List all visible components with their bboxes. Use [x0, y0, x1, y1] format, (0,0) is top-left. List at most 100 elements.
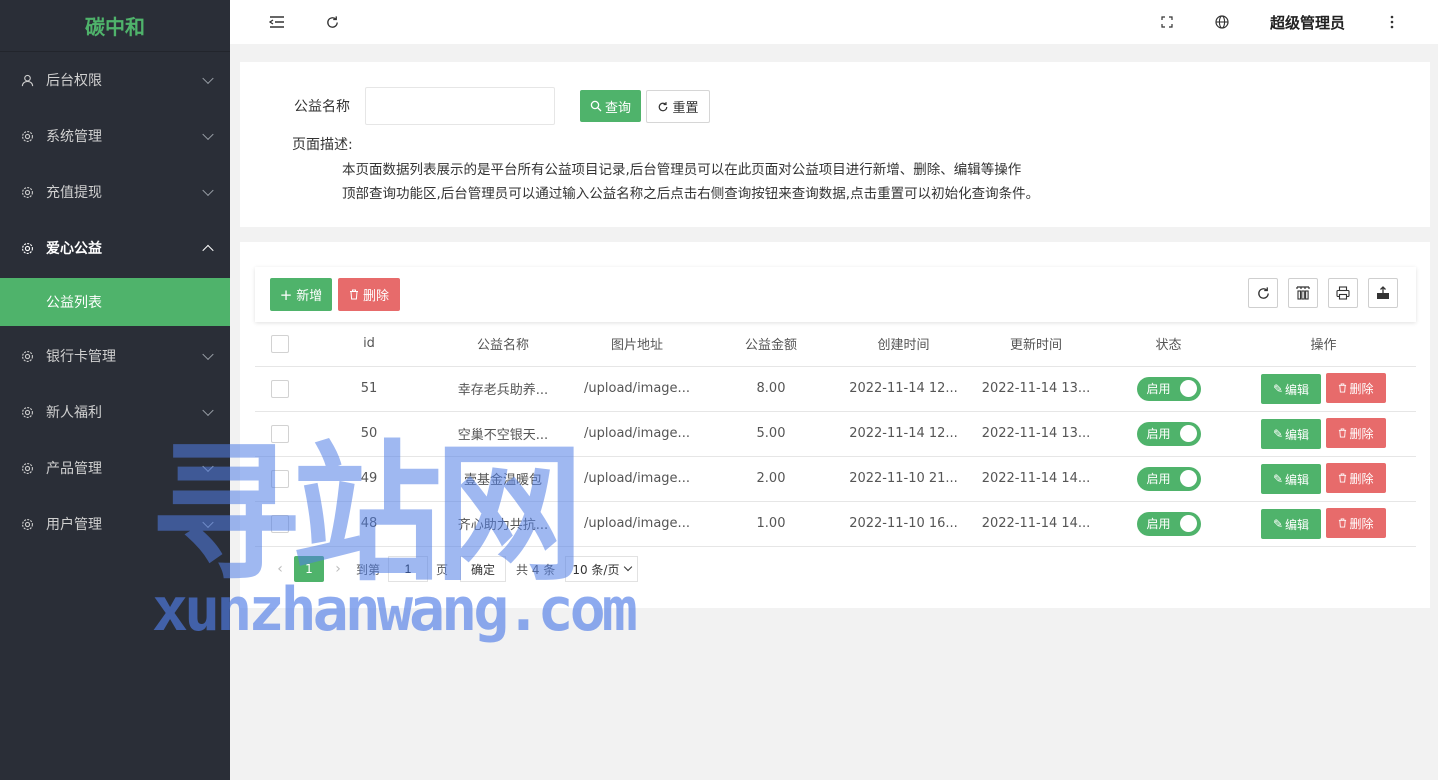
cell-updated: 2022-11-14 13... [966, 366, 1106, 412]
sidebar-item-label: 产品管理 [46, 461, 102, 477]
sidebar-item-recharge[interactable]: 充值提现 [0, 164, 230, 220]
column-header[interactable]: 状态 [1106, 322, 1231, 367]
gear-icon [20, 517, 34, 531]
edit-button[interactable]: ✎ 编辑 [1261, 419, 1321, 449]
search-label: 公益名称 [294, 99, 350, 115]
status-toggle[interactable]: 启用 [1136, 466, 1201, 491]
status-toggle-label: 启用 [1146, 427, 1171, 441]
globe-icon[interactable] [1212, 12, 1232, 32]
delete-button-label: 删除 [1349, 381, 1374, 396]
edit-button-label: 编辑 [1285, 382, 1310, 397]
gear-icon [20, 241, 34, 255]
column-header[interactable]: id [305, 322, 433, 367]
delete-button-label: 删除 [1349, 471, 1374, 486]
sidebar-item-bankcard[interactable]: 银行卡管理 [0, 328, 230, 384]
chevron-down-icon [202, 184, 214, 197]
chevron-down-icon [624, 562, 633, 572]
toggle-knob [1179, 380, 1197, 397]
print-icon[interactable] [1328, 278, 1358, 308]
column-header[interactable]: 图片地址 [573, 322, 701, 367]
delete-button[interactable]: 删除 [1326, 463, 1386, 493]
app-logo[interactable]: 碳中和 [0, 0, 230, 52]
column-header[interactable]: 更新时间 [966, 322, 1106, 367]
menu-fold-icon[interactable] [267, 12, 287, 32]
pencil-icon: ✎ [1272, 517, 1284, 531]
row-checkbox[interactable] [271, 379, 289, 398]
cell-amount: 5.00 [701, 411, 841, 457]
cell-name: 幸存老兵助养... [433, 366, 573, 412]
chevron-down-icon [202, 128, 214, 141]
cell-amount: 2.00 [701, 456, 841, 502]
sidebar-item-charity[interactable]: 爱心公益 [0, 220, 230, 276]
cell-status: 启用 [1106, 366, 1231, 412]
cell-image: /upload/image... [573, 411, 701, 457]
watermark-url: xunzhanwang.com [152, 575, 638, 645]
cell-status: 启用 [1106, 411, 1231, 457]
status-toggle[interactable]: 启用 [1136, 511, 1201, 536]
search-panel: 公益名称 查询 重置 页面描述: 本页面数据列表展示的是平台所有公益项目记录,后… [240, 62, 1430, 227]
table-row: 51 幸存老兵助养... /upload/image... 8.00 2022-… [255, 366, 1416, 412]
gear-icon [20, 405, 34, 419]
charity-name-input[interactable] [365, 87, 555, 125]
sidebar-item-label: 后台权限 [46, 73, 102, 89]
table-toolbar: + 新增 删除 [255, 267, 1416, 322]
cell-created: 2022-11-14 12... [841, 411, 966, 457]
cell-created: 2022-11-10 16... [841, 501, 966, 547]
batch-delete-button[interactable]: 删除 [338, 278, 400, 311]
delete-button-label: 删除 [1349, 516, 1374, 531]
watermark-chinese: 寻站网 [150, 428, 584, 602]
sidebar-item-label: 用户管理 [46, 517, 102, 533]
edit-button-label: 编辑 [1285, 427, 1310, 442]
edit-button[interactable]: ✎ 编辑 [1261, 509, 1321, 539]
status-toggle[interactable]: 启用 [1136, 376, 1201, 401]
cell-updated: 2022-11-14 14... [966, 501, 1106, 547]
cell-image: /upload/image... [573, 501, 701, 547]
cell-status: 启用 [1106, 456, 1231, 502]
sidebar-item-label: 充值提现 [46, 185, 102, 201]
query-button[interactable]: 查询 [580, 90, 641, 122]
cell-created: 2022-11-14 12... [841, 366, 966, 412]
column-header: 操作 [1231, 322, 1416, 367]
refresh-icon[interactable] [1248, 278, 1278, 308]
edit-button-label: 编辑 [1285, 472, 1310, 487]
pencil-icon: ✎ [1272, 382, 1284, 396]
delete-button[interactable]: 删除 [1326, 373, 1386, 403]
status-toggle-label: 启用 [1146, 517, 1171, 531]
delete-button[interactable]: 删除 [1326, 508, 1386, 538]
trash-icon [1339, 383, 1347, 393]
edit-button[interactable]: ✎ 编辑 [1261, 464, 1321, 494]
sidebar-subitem-charity-list[interactable]: 公益列表 [0, 278, 230, 326]
column-header[interactable]: 公益金额 [701, 322, 841, 367]
column-header[interactable]: 公益名称 [433, 322, 573, 367]
cell-created: 2022-11-10 21... [841, 456, 966, 502]
refresh-icon[interactable] [322, 12, 342, 32]
delete-button[interactable]: 删除 [1326, 418, 1386, 448]
pencil-icon: ✎ [1272, 472, 1284, 486]
trash-icon [1339, 518, 1347, 528]
edit-button-label: 编辑 [1285, 517, 1310, 532]
columns-icon[interactable] [1288, 278, 1318, 308]
chevron-down-icon [202, 404, 214, 417]
sidebar-item-permissions[interactable]: 后台权限 [0, 52, 230, 108]
fullscreen-icon[interactable] [1157, 12, 1177, 32]
refresh-icon [659, 101, 668, 111]
export-icon[interactable] [1368, 278, 1398, 308]
edit-button[interactable]: ✎ 编辑 [1261, 374, 1321, 404]
cell-updated: 2022-11-14 13... [966, 411, 1106, 457]
cell-actions: ✎ 编辑 删除 [1231, 366, 1416, 412]
add-button[interactable]: + 新增 [270, 278, 332, 311]
more-vertical-icon[interactable] [1382, 12, 1402, 32]
admin-name[interactable]: 超级管理员 [1270, 12, 1345, 33]
gear-icon [20, 461, 34, 475]
cell-id: 51 [305, 366, 433, 412]
column-header[interactable]: 创建时间 [841, 322, 966, 367]
sidebar-item-system[interactable]: 系统管理 [0, 108, 230, 164]
status-toggle[interactable]: 启用 [1136, 421, 1201, 446]
select-all-checkbox[interactable] [271, 334, 289, 353]
cell-status: 启用 [1106, 501, 1231, 547]
select-all-cell [255, 322, 305, 367]
trash-icon [1339, 473, 1347, 483]
gear-icon [20, 185, 34, 199]
plus-icon: + [279, 285, 293, 304]
reset-button[interactable]: 重置 [646, 90, 710, 123]
